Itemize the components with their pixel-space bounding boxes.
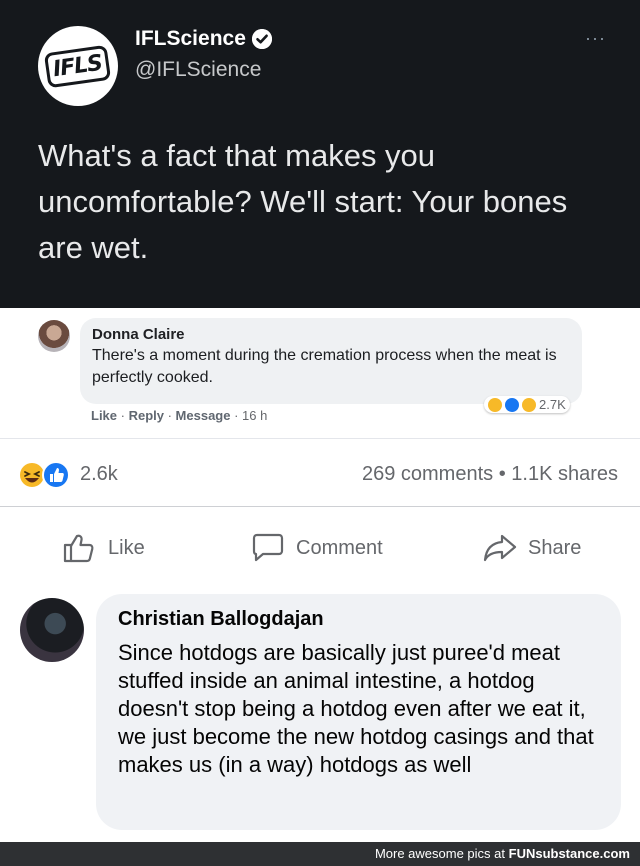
comment-item: Christian Ballogdajan Since hotdogs are … [0,586,640,842]
inner-like-link[interactable]: Like [91,408,117,423]
comment-author[interactable]: Christian Ballogdajan [118,608,599,631]
ifls-logo-text: IFLS [44,44,112,88]
more-options-icon[interactable]: ··· [585,28,606,49]
watermark-bar: More awesome pics at FUNsubstance.com [0,842,640,866]
comment-button-label: Comment [296,536,383,559]
like-button[interactable]: Like [62,532,145,564]
tweet-handle[interactable]: @IFLScience [135,58,261,82]
inner-comment-section: Donna Claire There's a moment during the… [0,308,640,438]
screenshot: IFLS IFLScience @IFLScience ··· What's a… [0,0,640,866]
thumbs-up-icon [63,534,94,563]
share-button-label: Share [528,536,582,559]
inner-reaction-count: 2.7K [539,397,566,412]
post-meta: 269 comments • 1.1K shares [362,463,618,486]
tweet-card: IFLS IFLScience @IFLScience ··· What's a… [0,0,640,308]
verified-badge-icon [251,29,272,49]
haha-emoji-icon [18,461,46,489]
comment-text: Since hotdogs are basically just puree'd… [118,640,594,777]
like-reaction-icon [505,397,519,412]
avatar[interactable] [38,320,70,352]
meta-separator: • [498,463,506,485]
watermark-label: More awesome pics at [374,846,505,861]
tweet-text: What's a fact that makes you uncomfortab… [38,138,568,265]
inner-comment-text: There's a moment during the cremation pr… [92,347,557,386]
share-button[interactable]: Share [482,532,581,564]
inner-comment-actions: Like · Reply · Message · 16 h [91,408,268,423]
inner-comment-time: 16 h [242,408,268,423]
tweet-author-label: IFLScience [135,27,246,50]
inner-reaction-summary[interactable]: 2.7K [484,396,570,413]
inner-comment-author[interactable]: Donna Claire [92,326,570,343]
ifls-logo-icon[interactable]: IFLS [38,26,118,106]
watermark-text: More awesome pics at FUNsubstance.com [375,846,630,861]
share-arrow-icon [483,534,517,562]
post-action-bar: Like Comment Share [0,506,640,586]
tweet-author-name[interactable]: IFLScience [135,27,272,51]
inner-reply-link[interactable]: Reply [129,408,164,423]
avatar[interactable] [20,598,84,662]
watermark-brand[interactable]: FUNsubstance.com [509,846,630,861]
like-button-label: Like [108,536,145,559]
wow-emoji-icon [522,397,536,412]
comments-count-link[interactable]: 269 comments [362,463,493,485]
speech-bubble-icon [252,533,284,562]
like-reaction-icon [42,461,70,489]
comment-button[interactable]: Comment [250,532,383,564]
haha-emoji-icon [488,397,502,412]
reaction-icons[interactable] [18,461,72,489]
comment-bubble: Christian Ballogdajan Since hotdogs are … [96,594,621,830]
inner-message-link[interactable]: Message [176,408,231,423]
post-stats: 2.6k 269 comments • 1.1K shares [0,438,640,506]
reaction-count[interactable]: 2.6k [80,463,118,486]
inner-comment-bubble: Donna Claire There's a moment during the… [80,318,582,404]
shares-count-link[interactable]: 1.1K shares [511,463,618,485]
